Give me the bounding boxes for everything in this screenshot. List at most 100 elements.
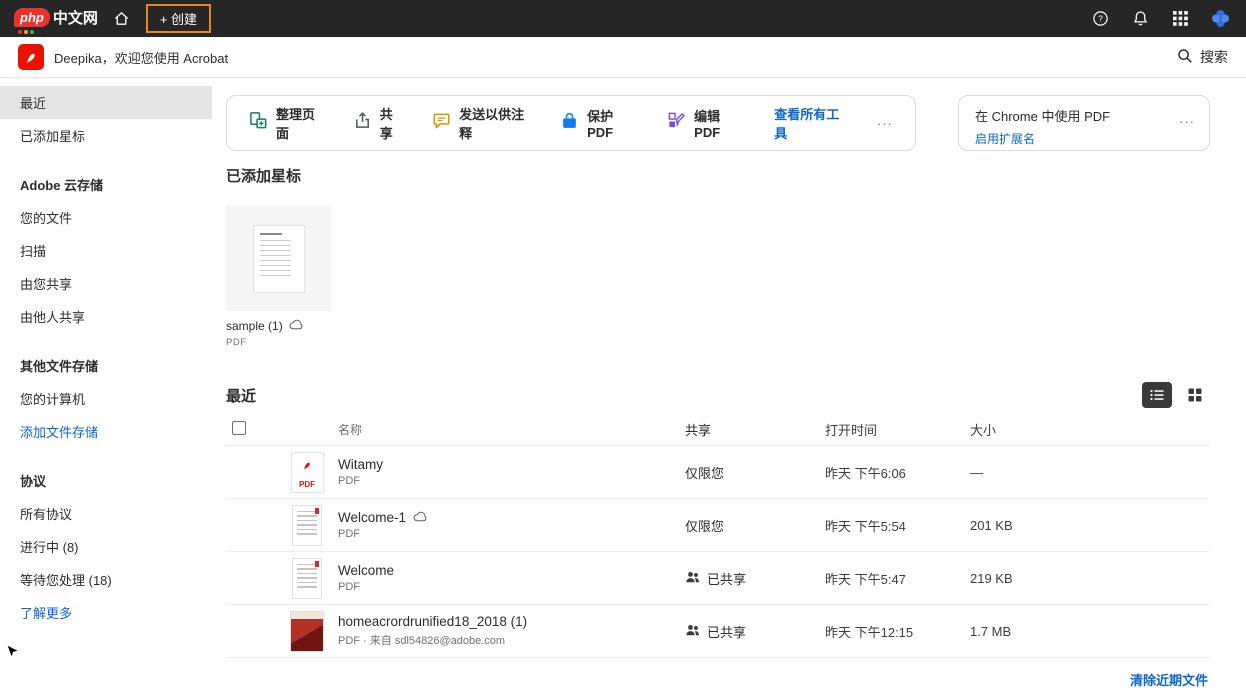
opened-time: 昨天 下午6:06	[825, 463, 970, 482]
opened-time: 昨天 下午12:15	[825, 622, 970, 641]
tool-edit-pdf[interactable]: 编辑 PDF	[667, 106, 744, 140]
protect-pdf-icon	[560, 111, 579, 135]
view-all-tools-link[interactable]: 查看所有工具	[774, 104, 847, 142]
tool-label: 发送以供注释	[459, 104, 530, 142]
home-icon[interactable]	[110, 7, 134, 31]
starred-file-name: sample (1)	[226, 319, 283, 333]
share-status: 已共享	[707, 622, 746, 641]
create-button[interactable]: + 创建	[146, 4, 211, 33]
table-row[interactable]: homeacrordrunified18_2018 (1) PDF · 来自 s…	[226, 605, 1210, 658]
sidebar-header-adobe-storage: Adobe 云存储	[0, 168, 212, 201]
file-subtitle: PDF	[338, 528, 685, 540]
file-name: Witamy	[338, 457, 383, 472]
tool-protect-pdf[interactable]: 保护 PDF	[560, 106, 637, 140]
opened-time: 昨天 下午5:47	[825, 569, 970, 588]
select-all-checkbox[interactable]	[232, 421, 246, 435]
shared-people-icon	[685, 570, 700, 587]
tool-organize-pages[interactable]: 整理页面	[249, 104, 323, 142]
document-thumbnail	[292, 505, 322, 546]
main-content: 整理页面 共享 发送以供注释	[212, 78, 1246, 671]
tool-label: 整理页面	[276, 104, 323, 142]
search-button[interactable]: 搜索	[1177, 47, 1228, 67]
enable-extension-link[interactable]: 启用扩展名	[975, 130, 1193, 147]
topbar: php 中文网 + 创建 ?	[0, 0, 1246, 37]
sidebar-item-scans[interactable]: 扫描	[0, 234, 212, 267]
sidebar-header-agreements: 协议	[0, 464, 212, 497]
acrobat-logo-icon	[18, 44, 44, 70]
column-header-opened: 打开时间	[825, 420, 970, 439]
file-subtitle: PDF	[338, 581, 685, 593]
recent-section-heading: 最近	[226, 385, 256, 406]
shared-people-icon	[685, 623, 700, 640]
file-size: 1.7 MB	[970, 624, 1210, 639]
search-label: 搜索	[1200, 47, 1228, 67]
quick-tools-card: 整理页面 共享 发送以供注释	[226, 95, 916, 151]
tool-label: 保护 PDF	[587, 106, 637, 140]
sidebar: 最近 已添加星标 Adobe 云存储 您的文件 扫描 由您共享 由他人共享 其他…	[0, 78, 212, 671]
tool-label: 编辑 PDF	[694, 106, 744, 140]
tool-share[interactable]: 共享	[353, 104, 402, 142]
opened-time: 昨天 下午5:54	[825, 516, 970, 535]
sidebar-item-shared-by-others[interactable]: 由他人共享	[0, 300, 212, 333]
brand-text: 中文网	[53, 8, 98, 30]
column-header-size: 大小	[970, 420, 1210, 439]
mouse-cursor	[6, 644, 20, 665]
help-icon[interactable]: ?	[1088, 7, 1112, 31]
column-header-name: 名称	[338, 421, 685, 438]
file-size: —	[970, 465, 1210, 480]
send-for-comments-icon	[432, 111, 451, 135]
file-subtitle: PDF	[338, 475, 685, 487]
sidebar-item-add-storage[interactable]: 添加文件存储	[0, 415, 212, 448]
table-header-row: 名称 共享 打开时间 大小	[226, 414, 1210, 446]
sidebar-item-your-computer[interactable]: 您的计算机	[0, 382, 212, 415]
file-size: 219 KB	[970, 571, 1210, 586]
file-size: 201 KB	[970, 518, 1210, 533]
cloud-app-logo-icon[interactable]	[1208, 7, 1232, 31]
grid-view-button[interactable]	[1180, 382, 1210, 408]
tool-send-for-comments[interactable]: 发送以供注释	[432, 104, 530, 142]
chrome-card-more-icon[interactable]: ···	[1179, 114, 1195, 129]
sidebar-item-all-agreements[interactable]: 所有协议	[0, 497, 212, 530]
list-view-button[interactable]	[1142, 382, 1172, 408]
file-name: homeacrordrunified18_2018 (1)	[338, 614, 527, 629]
table-row[interactable]: Welcome-1 PDF 仅限您 昨天 下午5:54 201 KB	[226, 499, 1210, 552]
edit-pdf-icon	[667, 111, 686, 135]
apps-grid-icon[interactable]	[1168, 7, 1192, 31]
share-status: 已共享	[707, 569, 746, 588]
php-logo-badge: php	[14, 8, 50, 27]
image-thumbnail	[290, 611, 324, 652]
table-row[interactable]: Welcome PDF 已共享 昨天 下午5:47 219 KB	[226, 552, 1210, 605]
share-icon	[353, 111, 372, 135]
search-icon	[1177, 48, 1193, 67]
sidebar-header-other-storage: 其他文件存储	[0, 349, 212, 382]
starred-section-heading: 已添加星标	[226, 165, 1210, 186]
sidebar-item-recent[interactable]: 最近	[0, 86, 212, 119]
cloud-icon	[289, 319, 304, 333]
svg-text:?: ?	[1098, 14, 1103, 24]
starred-file-type: PDF	[226, 337, 331, 348]
sidebar-item-your-files[interactable]: 您的文件	[0, 201, 212, 234]
column-header-shared: 共享	[685, 420, 825, 439]
sidebar-item-starred[interactable]: 已添加星标	[0, 119, 212, 152]
brand-dots	[18, 30, 34, 34]
pdf-file-icon: PDF	[291, 452, 324, 493]
clear-recent-files-link[interactable]: 清除近期文件	[1130, 673, 1208, 688]
file-name: Welcome-1	[338, 510, 406, 525]
document-thumbnail	[292, 558, 322, 599]
tools-more-icon[interactable]: ···	[877, 116, 893, 131]
site-logo[interactable]: php 中文网	[14, 8, 98, 30]
starred-file-card[interactable]: sample (1) PDF	[226, 206, 331, 348]
sidebar-item-shared-by-you[interactable]: 由您共享	[0, 267, 212, 300]
pdf-thumbnail	[226, 206, 331, 311]
table-row[interactable]: PDF Witamy PDF 仅限您 昨天 下午6:06 —	[226, 446, 1210, 499]
chrome-card-title: 在 Chrome 中使用 PDF	[975, 106, 1193, 125]
cloud-icon	[413, 510, 428, 525]
share-status: 仅限您	[685, 463, 724, 482]
share-status: 仅限您	[685, 516, 724, 535]
appbar: Deepika，欢迎您使用 Acrobat 搜索	[0, 37, 1246, 78]
sidebar-item-waiting[interactable]: 等待您处理 (18)	[0, 563, 212, 596]
sidebar-item-in-progress[interactable]: 进行中 (8)	[0, 530, 212, 563]
sidebar-item-learn-more[interactable]: 了解更多	[0, 596, 212, 629]
notifications-bell-icon[interactable]	[1128, 7, 1152, 31]
chrome-extension-card: 在 Chrome 中使用 PDF 启用扩展名 ···	[958, 95, 1210, 151]
